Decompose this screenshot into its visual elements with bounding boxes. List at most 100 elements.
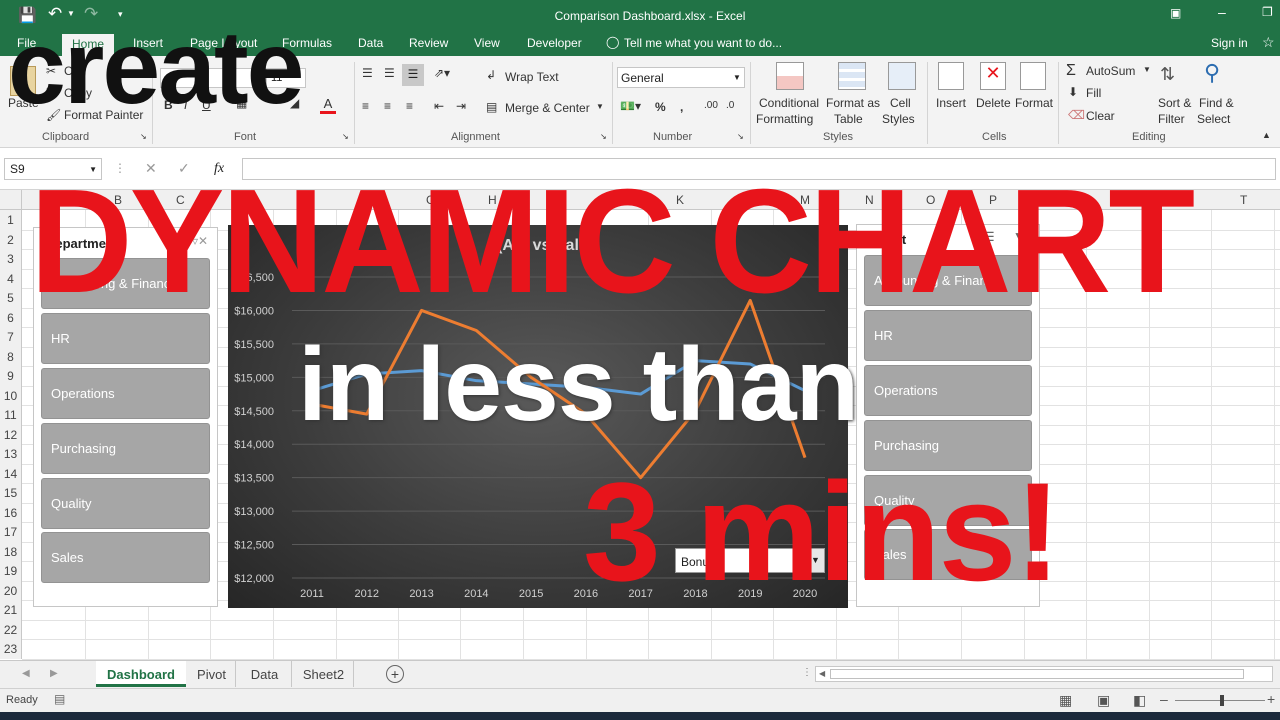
add-sheet-icon[interactable]: + [386,665,404,683]
top-align-icon[interactable]: ☰ [362,66,373,80]
row-header[interactable]: 22 [0,619,22,639]
decrease-decimal-icon[interactable]: .0 [726,100,734,111]
row-header[interactable]: 6 [0,307,22,327]
align-right-icon[interactable]: ≡ [406,99,413,113]
sheet-tab-pivot[interactable]: Pivot [188,661,236,687]
number-launcher-icon[interactable]: ↘ [737,132,744,141]
row-header[interactable]: 8 [0,346,22,366]
increase-indent-icon[interactable]: ⇥ [456,99,466,113]
conditional-formatting-button[interactable]: Conditional [759,96,819,110]
ribbon-display-icon[interactable]: ▣ [1170,6,1181,20]
middle-align-icon[interactable]: ☰ [384,66,395,80]
tab-data[interactable]: Data [358,36,383,50]
delete-cells-button[interactable]: Delete [976,96,1011,110]
row-header[interactable]: 12 [0,424,22,444]
insert-cells-button[interactable]: Insert [936,96,966,110]
comma-icon[interactable]: , [680,100,683,114]
macro-record-icon[interactable]: ▤ [54,692,65,706]
row-header[interactable]: 13 [0,444,22,464]
row-header[interactable]: 10 [0,385,22,405]
percent-icon[interactable]: % [655,100,666,114]
cell-styles-button[interactable]: Cell [890,96,911,110]
minimize-icon[interactable]: – [1218,4,1226,20]
row-header[interactable]: 21 [0,600,22,620]
row-header[interactable]: 9 [0,366,22,386]
slicer-item[interactable]: Quality [41,478,210,529]
row-header[interactable]: 19 [0,561,22,581]
page-layout-view-icon[interactable]: ▣ [1097,692,1110,709]
zoom-in-button[interactable]: + [1267,691,1275,707]
clear-button[interactable]: Clear [1086,109,1115,123]
alignment-launcher-icon[interactable]: ↘ [600,132,607,141]
normal-view-icon[interactable]: ▦ [1059,692,1072,709]
row-header[interactable]: 14 [0,463,22,483]
sheet-tab-dashboard[interactable]: Dashboard [96,661,186,687]
tab-split-icon[interactable]: ⋮ [802,667,812,678]
collapse-ribbon-icon[interactable]: ▲ [1262,130,1271,140]
find-select-label[interactable]: Select [1197,112,1230,126]
row-header[interactable]: 15 [0,483,22,503]
horizontal-scrollbar[interactable]: ◀ [815,666,1273,682]
scrollbar-thumb[interactable] [830,669,1244,679]
number-format-dropdown-icon[interactable]: ▼ [733,73,741,82]
scrollbar-left-arrow-icon[interactable]: ◀ [819,669,825,678]
row-header[interactable]: 23 [0,639,22,659]
increase-decimal-icon[interactable]: .00 [704,100,718,111]
sheet-tab-data[interactable]: Data [238,661,292,687]
page-break-view-icon[interactable]: ◧ [1133,692,1146,709]
scroll-left-icon[interactable]: ◀ [22,668,30,679]
currency-icon[interactable]: 💵▾ [620,99,641,113]
select-all-corner[interactable] [0,190,22,210]
font-launcher-icon[interactable]: ↘ [342,132,349,141]
row-header[interactable]: 20 [0,580,22,600]
row-header[interactable]: 3 [0,249,22,269]
merge-center-button[interactable]: Merge & Center [505,101,590,115]
row-header[interactable]: 16 [0,502,22,522]
restore-icon[interactable]: ❐ [1262,5,1273,19]
sheet-tab-sheet2[interactable]: Sheet2 [294,661,354,687]
sort-filter-label[interactable]: Filter [1158,112,1185,126]
slicer-item[interactable]: Purchasing [41,423,210,474]
autosum-dropdown-icon[interactable]: ▼ [1143,65,1151,74]
row-header[interactable]: 2 [0,229,22,249]
fill-button[interactable]: Fill [1086,86,1101,100]
tell-me-search[interactable]: Tell me what you want to do... [624,36,782,50]
slicer-item[interactable]: Sales [41,532,210,583]
sign-in-link[interactable]: Sign in [1211,36,1248,50]
number-format-select[interactable]: General [617,67,745,88]
zoom-slider-thumb[interactable] [1220,695,1224,706]
row-header[interactable]: 1 [0,210,22,230]
row-header[interactable]: 17 [0,522,22,542]
merge-dropdown-icon[interactable]: ▼ [596,102,604,111]
tab-review[interactable]: Review [409,36,448,50]
row-header[interactable]: 4 [0,268,22,288]
find-select-button[interactable]: Find & [1199,96,1234,110]
sort-filter-button[interactable]: Sort & [1158,96,1191,110]
bottom-align-icon[interactable]: ☰ [402,64,424,86]
tab-developer[interactable]: Developer [527,36,582,50]
format-table-button[interactable]: Format as [826,96,880,110]
align-center-icon[interactable]: ≡ [384,99,391,113]
decrease-indent-icon[interactable]: ⇤ [434,99,444,113]
cell-styles-label[interactable]: Styles [882,112,915,126]
format-table-label[interactable]: Table [834,112,863,126]
orientation-icon[interactable]: ⇗▾ [434,66,450,80]
wrap-text-button[interactable]: Wrap Text [505,70,559,84]
column-header[interactable]: T [1240,193,1247,207]
autosum-button[interactable]: AutoSum [1086,64,1135,78]
zoom-slider[interactable] [1175,695,1265,706]
slicer-item[interactable]: Operations [864,365,1032,416]
conditional-formatting-label[interactable]: Formatting [756,112,813,126]
row-header[interactable]: 5 [0,288,22,308]
share-icon[interactable]: ☆ [1262,34,1275,51]
format-cells-button[interactable]: Format [1015,96,1053,110]
font-color-button[interactable]: A [320,96,336,114]
row-header[interactable]: 7 [0,327,22,347]
row-header[interactable]: 18 [0,541,22,561]
zoom-out-button[interactable]: – [1160,691,1168,707]
clipboard-launcher-icon[interactable]: ↘ [140,132,147,141]
align-left-icon[interactable]: ≡ [362,99,369,113]
scroll-right-icon[interactable]: ▶ [50,668,58,679]
slicer-item[interactable]: Operations [41,368,210,419]
row-header[interactable]: 11 [0,405,22,425]
